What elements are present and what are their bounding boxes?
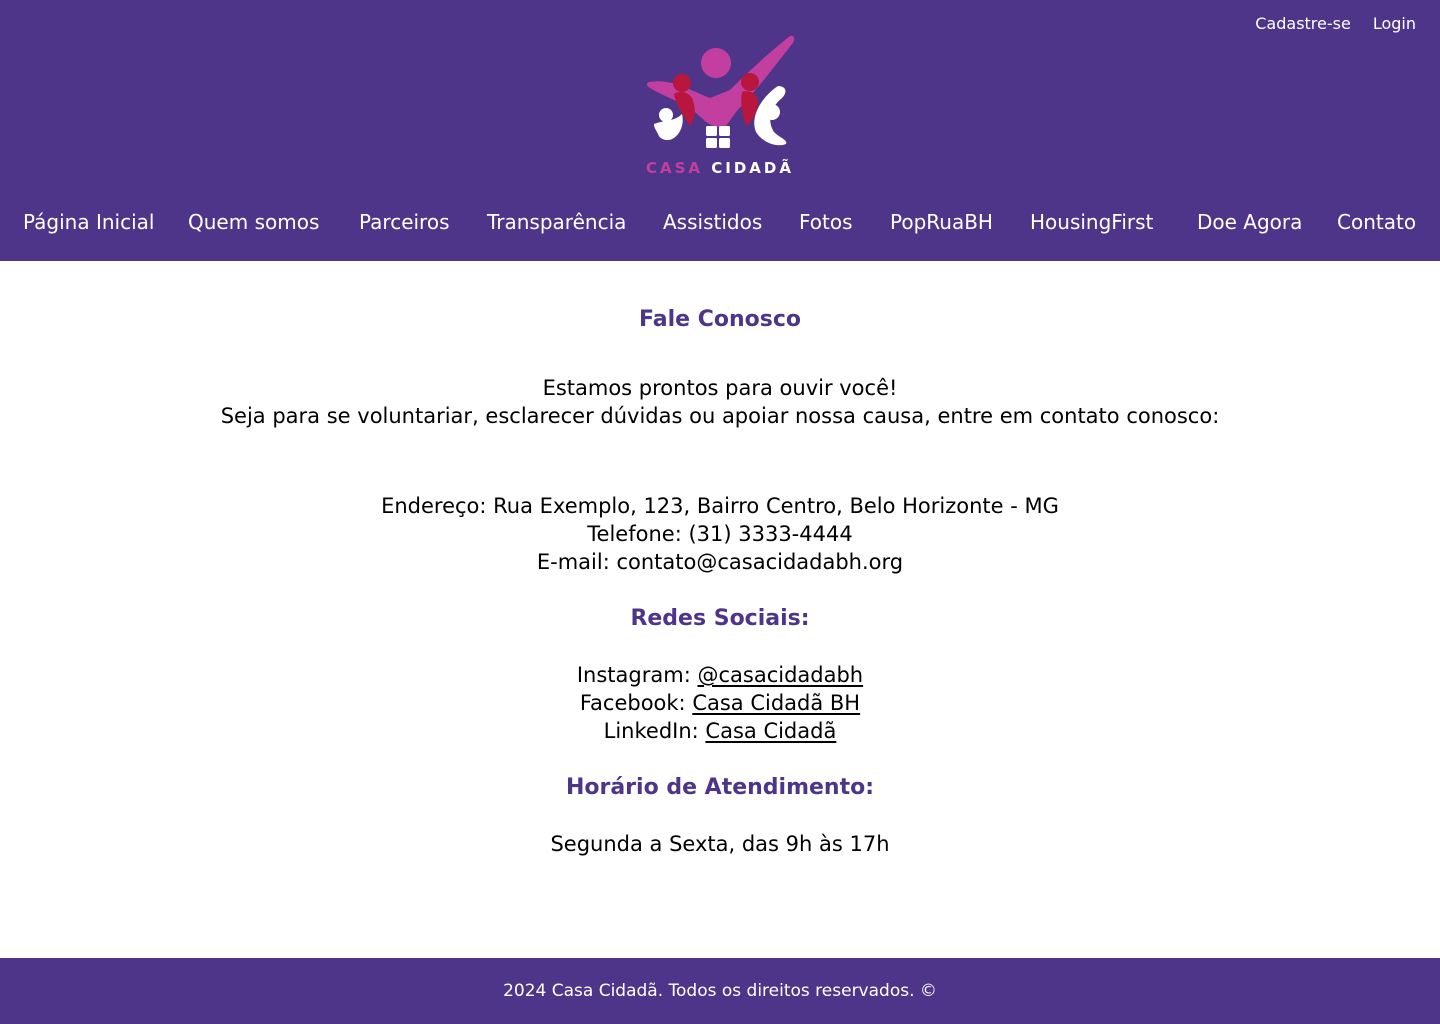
instagram-link[interactable]: @casacidadabh: [697, 663, 863, 687]
logo-word-casa: CASA: [646, 159, 704, 177]
casa-cidada-logo-icon: [647, 35, 795, 148]
nav-item-pagina-inicial[interactable]: Página Inicial: [23, 206, 154, 238]
address-text: Endereço: Rua Exemplo, 123, Bairro Centr…: [381, 494, 1059, 518]
contact-section: Fale Conosco Estamos prontos para ouvir …: [0, 261, 1440, 958]
facebook-label: Facebook:: [579, 691, 686, 715]
nav-item-quem-somos[interactable]: Quem somos: [188, 206, 319, 238]
linkedin-label: LinkedIn:: [603, 719, 699, 743]
instagram-line: Instagram: @casacidadabh: [0, 661, 1440, 689]
logo-word-cidada: CIDADÃ: [711, 159, 794, 177]
signup-link[interactable]: Cadastre-se: [1255, 14, 1351, 34]
nav-item-doe-agora[interactable]: Doe Agora: [1197, 206, 1302, 238]
page-title: Fale Conosco: [639, 307, 801, 332]
copyright-text: 2024 Casa Cidadã. Todos os direitos rese…: [503, 981, 937, 1001]
instagram-label: Instagram:: [576, 663, 691, 687]
nav-item-fotos[interactable]: Fotos: [799, 206, 853, 238]
email-text: E-mail: contato@casacidadabh.org: [536, 550, 904, 574]
site-footer: 2024 Casa Cidadã. Todos os direitos rese…: [0, 958, 1440, 1024]
intro-body-text: Seja para se voluntariar, esclarecer dúv…: [220, 404, 1220, 428]
hours-text: Segunda a Sexta, das 9h às 17h: [550, 832, 890, 856]
facebook-link[interactable]: Casa Cidadã BH: [692, 691, 860, 715]
facebook-line: Facebook: Casa Cidadã BH: [0, 689, 1440, 717]
main-navigation: Página Inicial Quem somos Parceiros Tran…: [0, 206, 1440, 240]
social-heading: Redes Sociais:: [630, 606, 810, 631]
linkedin-line: LinkedIn: Casa Cidadã: [0, 717, 1440, 745]
intro-heading-text: Estamos prontos para ouvir você!: [542, 376, 898, 400]
site-header: Cadastre-se Login CASA CIDADÃ Página Ini…: [0, 0, 1440, 261]
linkedin-link[interactable]: Casa Cidadã: [705, 719, 836, 743]
nav-item-popruabh[interactable]: PopRuaBH: [890, 206, 993, 238]
nav-item-transparencia[interactable]: Transparência: [487, 206, 626, 238]
nav-item-contato[interactable]: Contato: [1337, 206, 1416, 238]
nav-item-parceiros[interactable]: Parceiros: [359, 206, 450, 238]
account-links: Cadastre-se Login: [1255, 14, 1416, 34]
site-logo[interactable]: CASA CIDADÃ: [630, 30, 810, 180]
nav-item-assistidos[interactable]: Assistidos: [663, 206, 762, 238]
phone-text: Telefone: (31) 3333-4444: [587, 522, 853, 546]
login-link[interactable]: Login: [1373, 14, 1416, 34]
logo-wordmark: CASA CIDADÃ: [630, 158, 810, 178]
hours-heading: Horário de Atendimento:: [565, 775, 875, 800]
nav-item-housingfirst[interactable]: HousingFirst: [1030, 206, 1153, 238]
